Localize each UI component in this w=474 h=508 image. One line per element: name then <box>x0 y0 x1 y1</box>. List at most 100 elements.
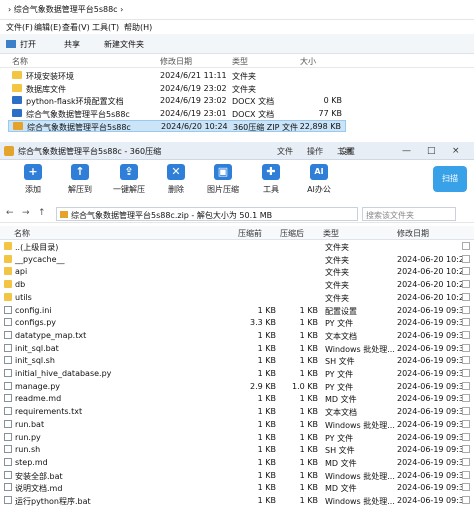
explorer-row[interactable]: 综合气象数据管理平台5s88c 2024/6/19 23:01 DOCX 文档 77 … <box>8 108 346 120</box>
col-name[interactable]: 名称 <box>12 56 28 67</box>
zip-row[interactable]: 运行python程序.bat 1 KB 1 KB Windows 批处理... 2024… <box>0 495 474 508</box>
zip-row[interactable]: db 文件夹 2024-06-20 10:24 <box>0 279 474 292</box>
row-checkbox[interactable] <box>462 356 470 365</box>
row-checkbox[interactable] <box>462 394 470 403</box>
menu-file[interactable]: 文件(F) <box>6 22 33 33</box>
open-button[interactable]: 打开 <box>20 39 36 50</box>
zip-row[interactable]: initial_hive_database.py 1 KB 1 KB PY 文件 202… <box>0 368 474 381</box>
row-checkbox[interactable] <box>462 496 470 504</box>
row-checkbox[interactable] <box>462 381 470 390</box>
address-field[interactable]: 综合气象数据管理平台5s88c.zip - 解包大小为 50.1 MB <box>56 207 358 221</box>
search-input[interactable]: 搜索该文件夹 <box>362 207 456 221</box>
col-date[interactable]: 修改日期 <box>160 56 192 67</box>
zcol-before[interactable]: 压缩前 <box>238 228 262 239</box>
zcol-name[interactable]: 名称 <box>14 228 30 239</box>
zip-row[interactable]: run.py 1 KB 1 KB PY 文件 2024-06-19 09:35 <box>0 432 474 445</box>
zip-type: PY 文件 <box>325 433 354 443</box>
menu-tools[interactable]: 工具(T) <box>92 22 119 33</box>
share-button[interactable]: 共享 <box>64 39 80 50</box>
row-checkbox[interactable] <box>462 457 470 466</box>
extract-to-button[interactable]: ↑ 解压到 <box>55 164 105 200</box>
add-button[interactable]: + 添加 <box>8 164 58 200</box>
back-arrow-icon[interactable]: ← <box>6 208 14 218</box>
zip-before: 1 KB <box>257 432 276 442</box>
row-checkbox[interactable] <box>462 305 470 314</box>
zip-row[interactable]: manage.py 2.9 KB 1.0 KB PY 文件 2024-06-19 09:… <box>0 381 474 394</box>
row-checkbox[interactable] <box>462 407 470 416</box>
zip-row[interactable]: run.bat 1 KB 1 KB Windows 批处理... 2024-06-19 … <box>0 419 474 432</box>
zip-menu-settings[interactable]: 设置 <box>339 146 355 157</box>
row-checkbox[interactable] <box>462 419 470 428</box>
zip-row[interactable]: configs.py 3.3 KB 1 KB PY 文件 2024-06-19 09:3… <box>0 317 474 330</box>
zip-type: 文件夹 <box>325 293 349 303</box>
breadcrumb[interactable]: › 综合气象数据管理平台5s88c › <box>8 4 123 15</box>
zip-after: 1 KB <box>299 432 318 442</box>
zip-row[interactable]: ..(上级目录) 文件夹 <box>0 241 474 254</box>
zip-name: init_sql.sh <box>15 356 55 366</box>
col-size[interactable]: 大小 <box>300 56 316 67</box>
explorer-row[interactable]: 综合气象数据管理平台5s88c 2024/6/20 10:24 360压缩 ZIP … <box>8 120 346 133</box>
zip-row[interactable]: __pycache__ 文件夹 2024-06-20 10:24 <box>0 254 474 267</box>
zip-row[interactable]: datatype_map.txt 1 KB 1 KB 文本文档 2024-06-19 0… <box>0 330 474 343</box>
row-checkbox[interactable] <box>462 369 470 377</box>
zip-type: 文本文档 <box>325 408 357 418</box>
tools-icon: ✚ <box>262 164 280 180</box>
row-checkbox[interactable] <box>462 432 470 441</box>
maximize-button[interactable]: □ <box>427 146 436 156</box>
row-checkbox[interactable] <box>462 254 470 263</box>
scan-button[interactable]: 扫描 <box>433 166 467 192</box>
menu-help[interactable]: 帮助(H) <box>124 22 152 33</box>
row-checkbox[interactable] <box>462 280 470 289</box>
menu-view[interactable]: 查看(V) <box>62 22 90 33</box>
tools-button[interactable]: ✚ 工具 <box>246 164 296 200</box>
row-checkbox[interactable] <box>462 242 470 250</box>
row-checkbox[interactable] <box>462 330 470 339</box>
zip-row[interactable]: requirements.txt 1 KB 1 KB 文本文档 2024-06-19 0… <box>0 406 474 419</box>
zip-row[interactable]: utils 文件夹 2024-06-20 10:24 <box>0 292 474 305</box>
row-checkbox[interactable] <box>462 318 470 327</box>
zip-after: 1 KB <box>299 318 318 328</box>
zip-row[interactable]: 安装全部.bat 1 KB 1 KB Windows 批处理... 2024-06-19… <box>0 470 474 483</box>
zcol-type[interactable]: 类型 <box>323 228 339 239</box>
close-button[interactable]: × <box>452 146 460 156</box>
forward-arrow-icon[interactable]: → <box>22 208 30 218</box>
row-checkbox[interactable] <box>462 292 470 301</box>
explorer-row[interactable]: 环境安装环境 2024/6/21 11:11 文件夹 <box>8 70 346 82</box>
image-icon: ▣ <box>214 164 232 180</box>
zip-name: datatype_map.txt <box>15 330 87 340</box>
delete-button[interactable]: ✕ 删除 <box>151 164 201 200</box>
folder-icon <box>4 280 12 289</box>
zcol-after[interactable]: 压缩后 <box>280 228 304 239</box>
explorer-row[interactable]: python-flask环境配置文档 2024/6/19 23:02 DOCX 文档… <box>8 95 346 107</box>
menu-edit[interactable]: 编辑(E) <box>34 22 61 33</box>
zip-after: 1 KB <box>299 343 318 353</box>
minimize-button[interactable]: — <box>402 146 411 156</box>
ai-office-button[interactable]: AI AI办公 <box>294 164 344 200</box>
explorer-row[interactable]: 数据库文件 2024/6/19 23:02 文件夹 <box>8 83 346 95</box>
col-type[interactable]: 类型 <box>232 56 248 67</box>
zip-row[interactable]: 说明文档.md 1 KB 1 KB MD 文件 2024-06-19 09:35 <box>0 482 474 495</box>
zip-row[interactable]: run.sh 1 KB 1 KB SH 文件 2024-06-19 09:35 <box>0 444 474 457</box>
zip-menu-file[interactable]: 文件 <box>277 146 293 157</box>
one-click-extract-icon: ⇪ <box>120 164 138 180</box>
zip-row[interactable]: readme.md 1 KB 1 KB MD 文件 2024-06-19 09:35 <box>0 393 474 406</box>
row-checkbox[interactable] <box>462 267 470 276</box>
zcol-date[interactable]: 修改日期 <box>397 228 429 239</box>
one-click-extract-button[interactable]: ⇪ 一键解压 <box>104 164 154 200</box>
image-compress-button[interactable]: ▣ 图片压缩 <box>198 164 248 200</box>
row-checkbox[interactable] <box>462 343 470 352</box>
row-checkbox[interactable] <box>462 470 470 479</box>
zip-row[interactable]: init_sql.sh 1 KB 1 KB SH 文件 2024-06-19 09:35 <box>0 355 474 368</box>
zip-before: 1 KB <box>257 343 276 353</box>
up-arrow-icon[interactable]: ↑ <box>38 208 46 218</box>
zip-row[interactable]: step.md 1 KB 1 KB MD 文件 2024-06-19 09:35 <box>0 457 474 470</box>
zip-row[interactable]: init_sql.bat 1 KB 1 KB Windows 批处理... 2024-0… <box>0 343 474 356</box>
zip-type: PY 文件 <box>325 370 354 379</box>
zip-type: Windows 批处理... <box>325 344 395 354</box>
new-folder-button[interactable]: 新建文件夹 <box>104 39 144 50</box>
zip-row[interactable]: api 文件夹 2024-06-20 10:24 <box>0 266 474 279</box>
zip-menu-action[interactable]: 操作 <box>307 146 323 157</box>
zip-row[interactable]: config.ini 1 KB 1 KB 配置设置 2024-06-19 09:35 <box>0 305 474 318</box>
row-checkbox[interactable] <box>462 483 470 492</box>
row-checkbox[interactable] <box>462 445 470 454</box>
